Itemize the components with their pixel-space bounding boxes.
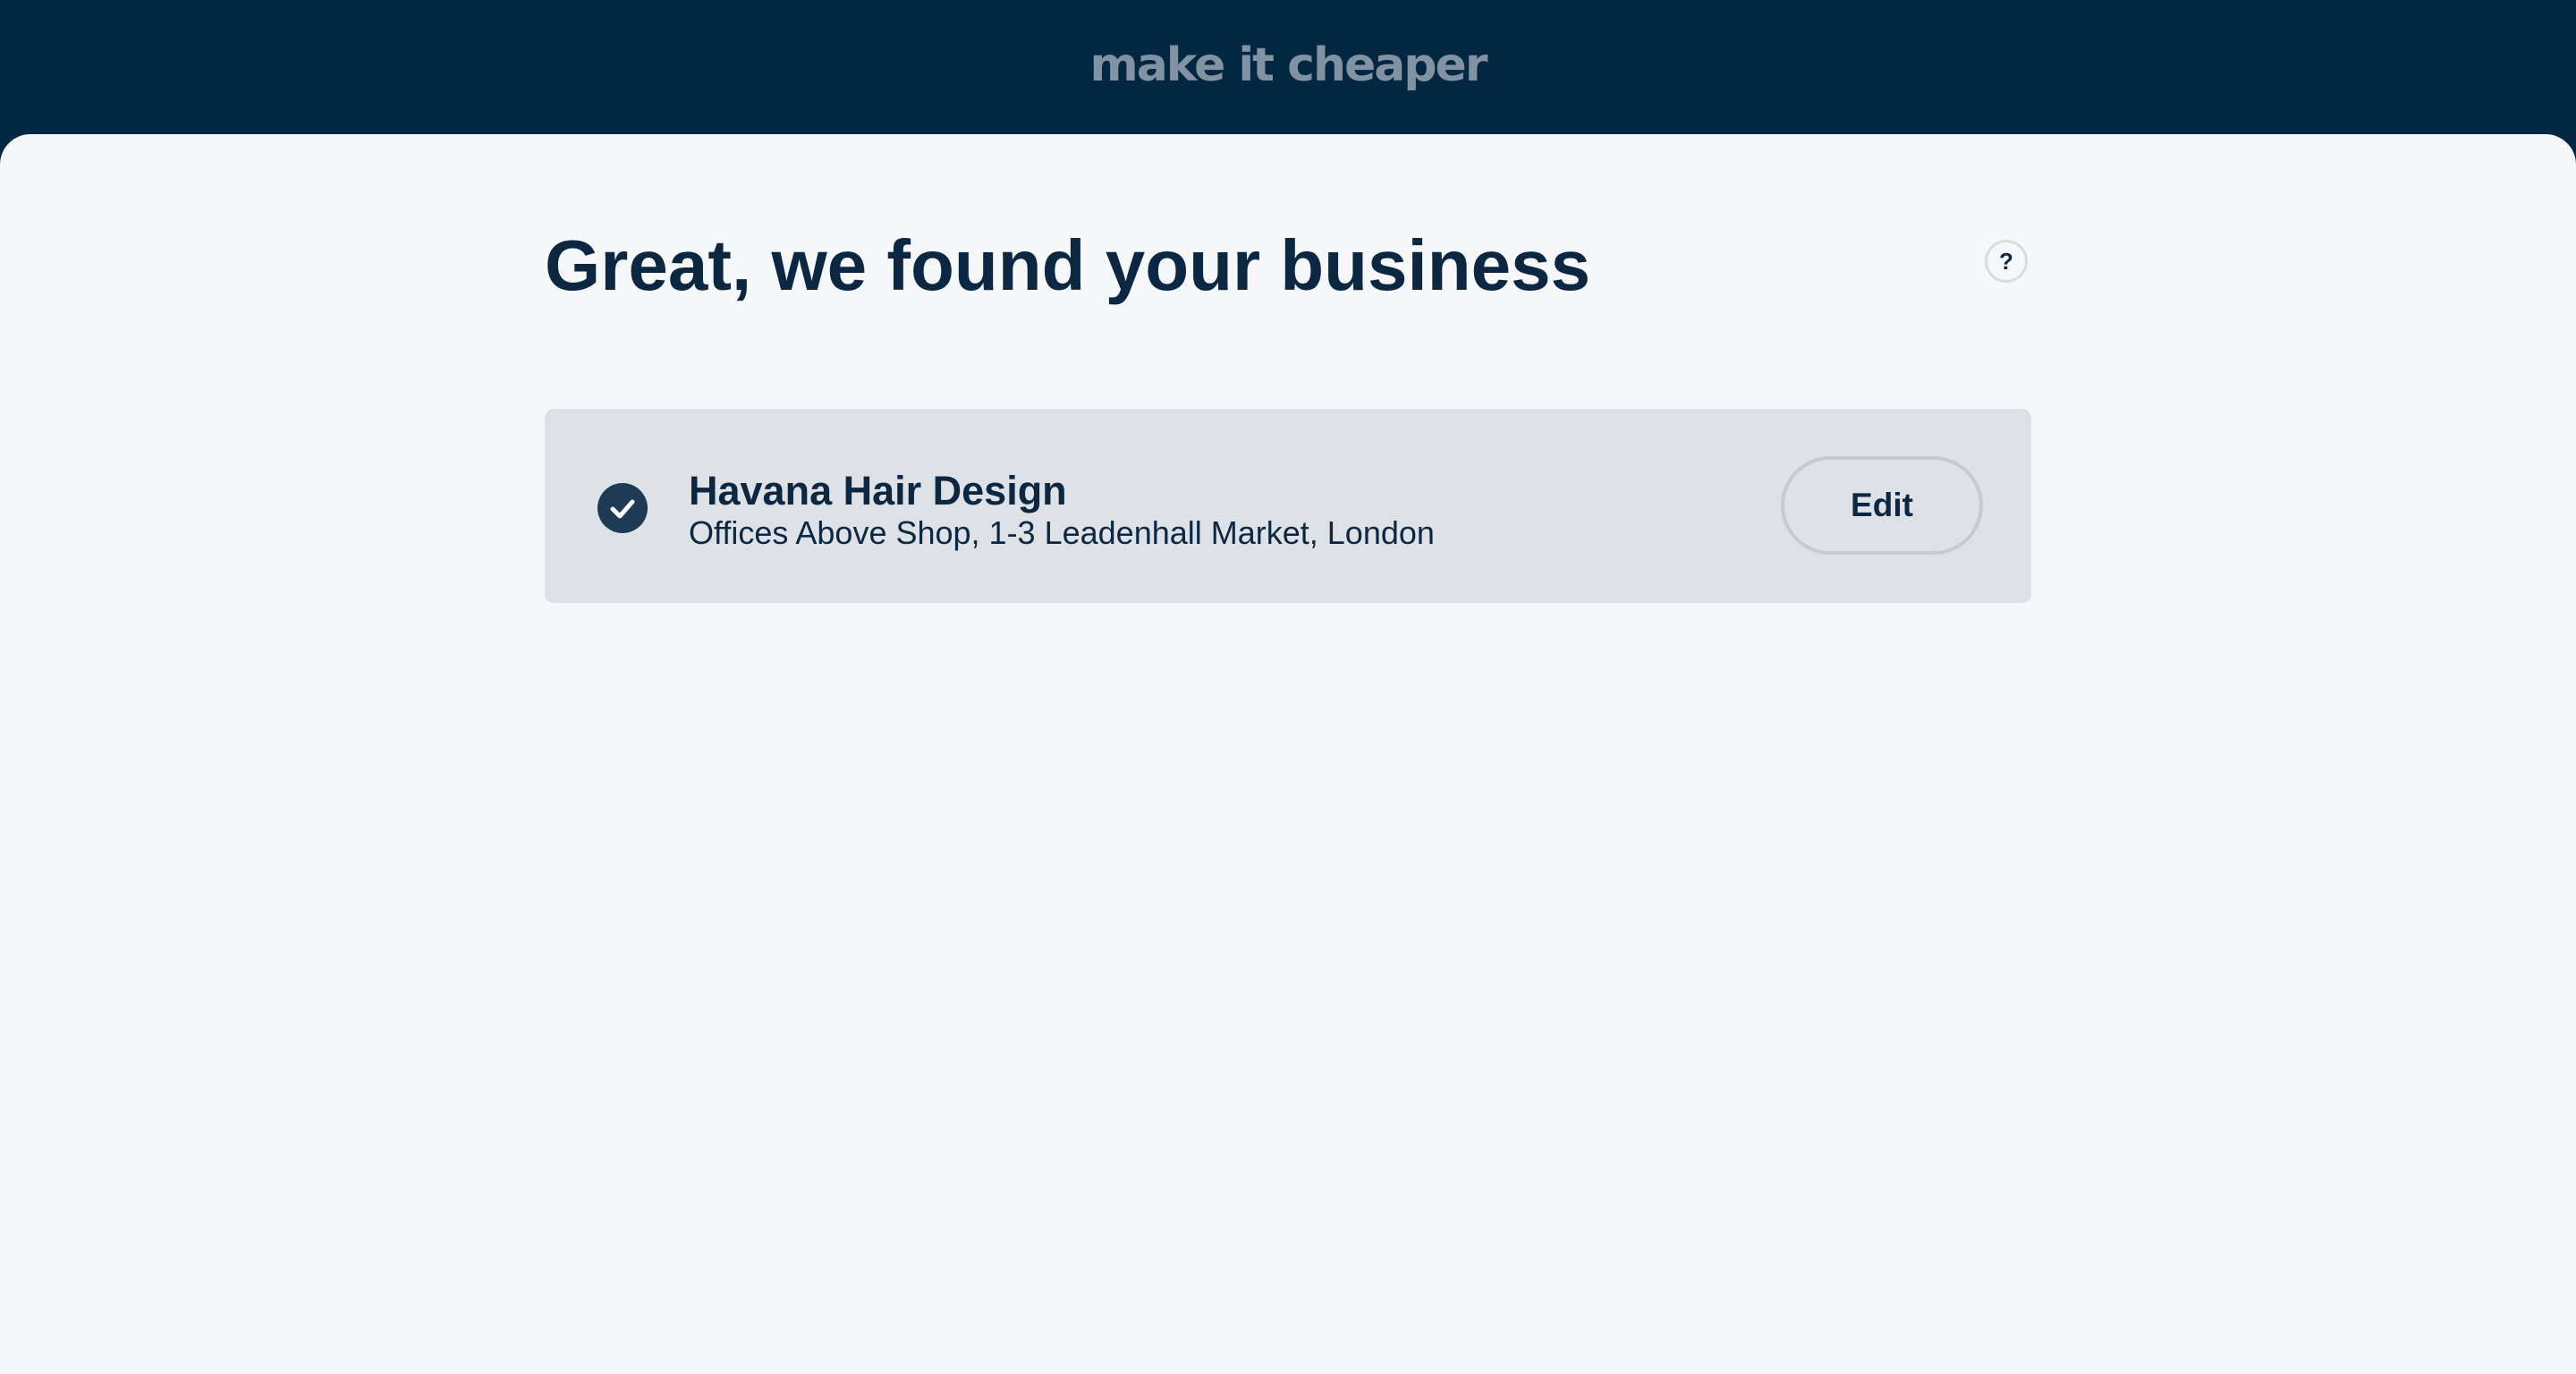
top-header: make it cheaper <box>0 0 2576 143</box>
check-circle-icon <box>597 483 648 533</box>
brand-logo[interactable]: make it cheaper <box>0 34 2576 97</box>
business-address: Offices Above Shop, 1-3 Leadenhall Marke… <box>689 514 1435 551</box>
business-card: Havana Hair Design Offices Above Shop, 1… <box>545 409 2031 603</box>
main-panel <box>0 134 2576 1374</box>
page-title: Great, we found your business <box>545 225 1591 305</box>
business-name: Havana Hair Design <box>689 468 1067 513</box>
edit-button[interactable]: Edit <box>1781 456 1983 555</box>
question-mark-icon: ? <box>1999 247 2013 275</box>
help-button[interactable]: ? <box>1985 240 2028 283</box>
